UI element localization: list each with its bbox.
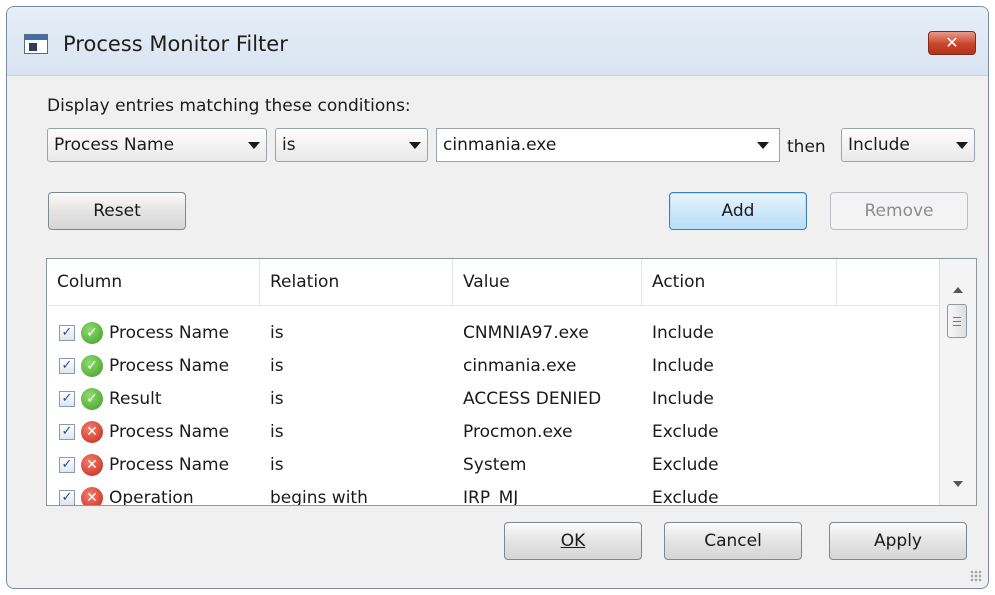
chevron-down-icon: [757, 142, 769, 149]
then-label: then: [787, 137, 826, 157]
vertical-scrollbar[interactable]: [939, 259, 976, 505]
relation-dropdown[interactable]: is: [275, 128, 428, 162]
cell-column: Result: [109, 389, 162, 409]
list-header: Column Relation Value Action: [47, 259, 940, 306]
action-dropdown-value: Include: [848, 135, 910, 155]
cell-value: Procmon.exe: [463, 422, 573, 442]
cancel-button-label: Cancel: [704, 531, 762, 551]
cell-relation: is: [270, 323, 284, 343]
table-row[interactable]: ✓ ✕ Process Name is System Exclude: [47, 449, 940, 482]
cell-action: Include: [652, 356, 714, 376]
table-row[interactable]: ✓ ✓ Result is ACCESS DENIED Include: [47, 383, 940, 416]
scrollbar-thumb[interactable]: [947, 304, 967, 338]
cell-action: Include: [652, 323, 714, 343]
column-dropdown[interactable]: Process Name: [47, 128, 267, 162]
add-button[interactable]: Add: [669, 192, 807, 230]
chevron-down-icon: [409, 142, 421, 149]
cell-relation: is: [270, 422, 284, 442]
table-row[interactable]: ✓ ✕ Process Name is Procmon.exe Exclude: [47, 416, 940, 449]
table-row[interactable]: ✓ ✓ Process Name is cinmania.exe Include: [47, 350, 940, 383]
red-x-icon: ✕: [81, 421, 103, 443]
cell-value: CNMNIA97.exe: [463, 323, 589, 343]
red-x-icon: ✕: [81, 454, 103, 476]
table-row[interactable]: ✓ ✕ Operation begins with IRP_MJ Exclude: [47, 482, 940, 506]
cell-column: Process Name: [109, 455, 230, 475]
row-checkbox[interactable]: ✓: [59, 325, 75, 341]
green-check-icon: ✓: [81, 322, 103, 344]
cell-action: Include: [652, 389, 714, 409]
apply-button-label: Apply: [874, 531, 922, 551]
cell-relation: is: [270, 356, 284, 376]
cell-action: Exclude: [652, 422, 719, 442]
column-dropdown-value: Process Name: [54, 135, 175, 155]
scroll-down-arrow-icon[interactable]: [953, 481, 963, 487]
apply-button[interactable]: Apply: [829, 522, 967, 560]
row-checkbox[interactable]: ✓: [59, 391, 75, 407]
value-combobox-text: cinmania.exe: [443, 135, 557, 155]
column-header-value[interactable]: Value: [453, 259, 642, 305]
action-dropdown[interactable]: Include: [841, 128, 975, 162]
cell-column: Process Name: [109, 356, 230, 376]
window-title: Process Monitor Filter: [63, 32, 288, 56]
close-button[interactable]: ✕: [928, 31, 976, 55]
cell-action: Exclude: [652, 455, 719, 475]
conditions-label: Display entries matching these condition…: [47, 96, 411, 116]
column-header-column[interactable]: Column: [47, 259, 260, 305]
cell-value: cinmania.exe: [463, 356, 577, 376]
column-header-action[interactable]: Action: [642, 259, 837, 305]
cell-value: System: [463, 455, 527, 475]
scroll-up-arrow-icon[interactable]: [953, 287, 963, 293]
cancel-button[interactable]: Cancel: [664, 522, 802, 560]
title-bar[interactable]: Process Monitor Filter ✕: [7, 7, 988, 76]
value-combobox[interactable]: cinmania.exe: [436, 128, 780, 162]
filter-list[interactable]: Column Relation Value Action ✓ ✓ Process…: [46, 258, 977, 506]
green-check-icon: ✓: [81, 355, 103, 377]
chevron-down-icon: [248, 142, 260, 149]
chevron-down-icon: [956, 142, 968, 149]
cell-value: ACCESS DENIED: [463, 389, 602, 409]
table-row[interactable]: ✓ ✓ Process Name is CNMNIA97.exe Include: [47, 317, 940, 350]
ok-button[interactable]: OK: [504, 522, 642, 560]
resize-grip-icon[interactable]: [970, 570, 982, 582]
red-x-icon: ✕: [81, 487, 103, 505]
row-checkbox[interactable]: ✓: [59, 490, 75, 505]
process-monitor-icon: [24, 34, 48, 54]
cell-relation: is: [270, 389, 284, 409]
cell-column: Process Name: [109, 422, 230, 442]
reset-button[interactable]: Reset: [48, 192, 186, 230]
row-checkbox[interactable]: ✓: [59, 424, 75, 440]
cell-action: Exclude: [652, 488, 719, 506]
cell-relation: begins with: [270, 488, 368, 506]
column-header-relation[interactable]: Relation: [260, 259, 453, 305]
row-checkbox[interactable]: ✓: [59, 358, 75, 374]
remove-button[interactable]: Remove: [830, 192, 968, 230]
row-checkbox[interactable]: ✓: [59, 457, 75, 473]
relation-dropdown-value: is: [282, 135, 296, 155]
cell-value: IRP_MJ: [463, 488, 519, 506]
cell-column: Process Name: [109, 323, 230, 343]
ok-button-label: OK: [560, 531, 586, 551]
cell-relation: is: [270, 455, 284, 475]
green-check-icon: ✓: [81, 388, 103, 410]
cell-column: Operation: [109, 488, 194, 506]
process-monitor-filter-dialog: Process Monitor Filter ✕ Display entries…: [6, 6, 989, 589]
